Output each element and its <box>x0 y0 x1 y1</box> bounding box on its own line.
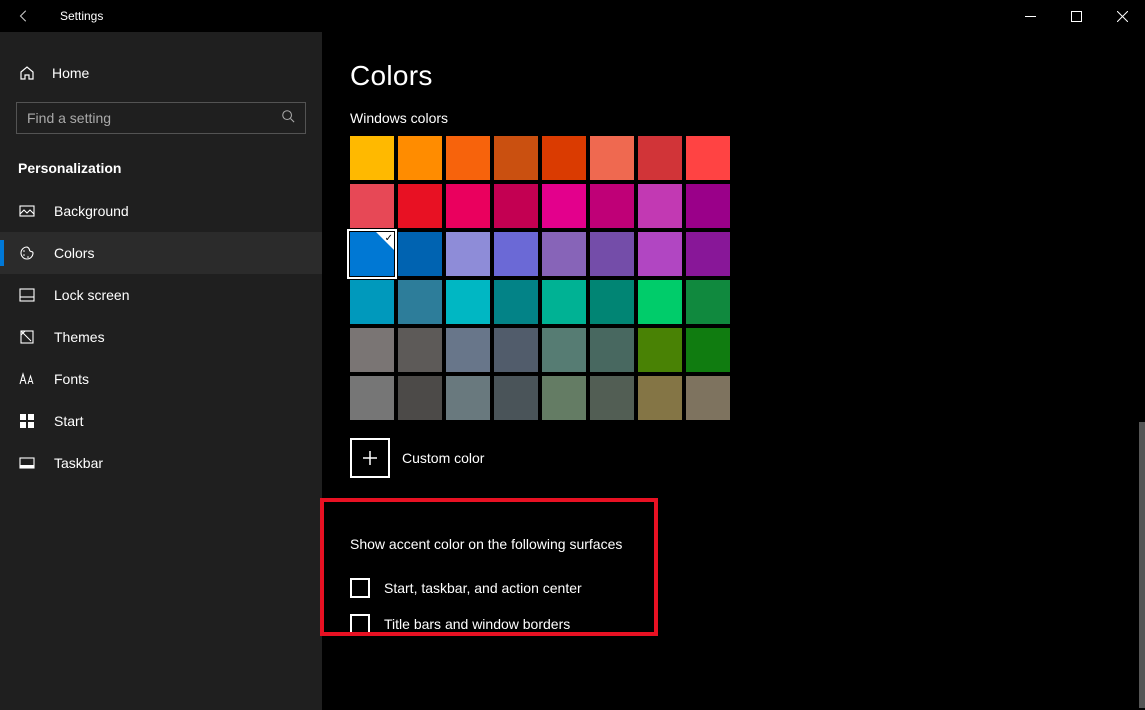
home-icon <box>18 64 36 82</box>
color-swatch[interactable]: ✓ <box>350 232 394 276</box>
home-label: Home <box>52 65 89 81</box>
picture-icon <box>18 202 36 220</box>
sidebar-item-taskbar[interactable]: Taskbar <box>0 442 322 484</box>
color-swatch[interactable] <box>350 376 394 420</box>
color-swatch[interactable] <box>638 184 682 228</box>
checkbox-titlebars[interactable]: Title bars and window borders <box>350 606 690 642</box>
custom-color-button[interactable] <box>350 438 390 478</box>
color-swatch[interactable] <box>686 232 730 276</box>
checkbox-icon <box>350 614 370 634</box>
checkbox-icon <box>350 578 370 598</box>
color-swatch[interactable] <box>638 136 682 180</box>
color-swatch[interactable] <box>590 328 634 372</box>
sidebar-item-label: Colors <box>54 245 94 261</box>
titlebar: Settings <box>0 0 1145 32</box>
color-swatch[interactable] <box>446 136 490 180</box>
color-swatch[interactable] <box>350 280 394 324</box>
search-icon <box>281 109 295 128</box>
color-swatch[interactable] <box>494 376 538 420</box>
color-swatch[interactable] <box>446 376 490 420</box>
color-swatch[interactable] <box>542 232 586 276</box>
color-swatch[interactable] <box>686 328 730 372</box>
color-swatch[interactable] <box>494 232 538 276</box>
close-button[interactable] <box>1099 0 1145 32</box>
accent-heading: Show accent color on the following surfa… <box>350 536 690 552</box>
palette-icon <box>18 244 36 262</box>
sidebar-item-colors[interactable]: Colors <box>0 232 322 274</box>
sidebar: Home Personalization Background Colors L… <box>0 32 322 710</box>
page-title: Colors <box>350 60 1145 92</box>
color-swatch[interactable] <box>638 328 682 372</box>
sidebar-item-label: Background <box>54 203 129 219</box>
color-swatch[interactable] <box>398 184 442 228</box>
checkmark-icon: ✓ <box>385 233 393 244</box>
color-swatch[interactable] <box>494 280 538 324</box>
color-swatch[interactable] <box>590 136 634 180</box>
color-swatch[interactable] <box>686 376 730 420</box>
sidebar-item-start[interactable]: Start <box>0 400 322 442</box>
color-swatch[interactable] <box>686 184 730 228</box>
color-swatch[interactable] <box>590 232 634 276</box>
color-swatch[interactable] <box>350 328 394 372</box>
sidebar-item-background[interactable]: Background <box>0 190 322 232</box>
checkbox-label: Start, taskbar, and action center <box>384 580 582 596</box>
checkbox-start-taskbar[interactable]: Start, taskbar, and action center <box>350 570 690 606</box>
section-title: Personalization <box>0 152 322 190</box>
color-swatch[interactable] <box>398 328 442 372</box>
sidebar-item-fonts[interactable]: Fonts <box>0 358 322 400</box>
minimize-button[interactable] <box>1007 0 1053 32</box>
color-swatch[interactable] <box>350 184 394 228</box>
color-swatch[interactable] <box>542 136 586 180</box>
color-swatch[interactable] <box>686 136 730 180</box>
sidebar-item-label: Lock screen <box>54 287 129 303</box>
back-button[interactable] <box>8 9 40 23</box>
maximize-button[interactable] <box>1053 0 1099 32</box>
color-swatch[interactable] <box>542 184 586 228</box>
accent-surfaces-section: Show accent color on the following surfa… <box>350 522 690 664</box>
color-swatch[interactable] <box>590 184 634 228</box>
scrollbar[interactable] <box>1139 422 1145 708</box>
start-icon <box>18 412 36 430</box>
custom-color-label: Custom color <box>402 450 484 466</box>
color-swatch[interactable] <box>638 376 682 420</box>
taskbar-icon <box>18 454 36 472</box>
color-swatch[interactable] <box>542 328 586 372</box>
sidebar-item-themes[interactable]: Themes <box>0 316 322 358</box>
fonts-icon <box>18 370 36 388</box>
lockscreen-icon <box>18 286 36 304</box>
color-swatch[interactable] <box>494 328 538 372</box>
sidebar-item-lockscreen[interactable]: Lock screen <box>0 274 322 316</box>
color-swatch-grid: ✓ <box>350 136 730 420</box>
color-swatch[interactable] <box>638 232 682 276</box>
color-swatch[interactable] <box>686 280 730 324</box>
color-swatch[interactable] <box>542 280 586 324</box>
sidebar-item-label: Fonts <box>54 371 89 387</box>
checkbox-label: Title bars and window borders <box>384 616 570 632</box>
main-content: Colors Windows colors ✓ Custom color Sho… <box>322 32 1145 710</box>
color-swatch[interactable] <box>446 328 490 372</box>
home-nav[interactable]: Home <box>0 56 322 90</box>
color-swatch[interactable] <box>542 376 586 420</box>
color-swatch[interactable] <box>590 280 634 324</box>
color-swatch[interactable] <box>446 232 490 276</box>
color-swatch[interactable] <box>398 232 442 276</box>
sidebar-item-label: Themes <box>54 329 105 345</box>
themes-icon <box>18 328 36 346</box>
search-input-wrapper[interactable] <box>16 102 306 134</box>
app-title: Settings <box>60 9 103 23</box>
color-swatch[interactable] <box>350 136 394 180</box>
swatches-heading: Windows colors <box>350 110 1145 126</box>
color-swatch[interactable] <box>398 376 442 420</box>
color-swatch[interactable] <box>446 184 490 228</box>
sidebar-item-label: Start <box>54 413 84 429</box>
color-swatch[interactable] <box>494 184 538 228</box>
search-input[interactable] <box>27 110 281 126</box>
color-swatch[interactable] <box>638 280 682 324</box>
color-swatch[interactable] <box>398 136 442 180</box>
color-swatch[interactable] <box>398 280 442 324</box>
color-swatch[interactable] <box>494 136 538 180</box>
sidebar-item-label: Taskbar <box>54 455 103 471</box>
color-swatch[interactable] <box>590 376 634 420</box>
color-swatch[interactable] <box>446 280 490 324</box>
